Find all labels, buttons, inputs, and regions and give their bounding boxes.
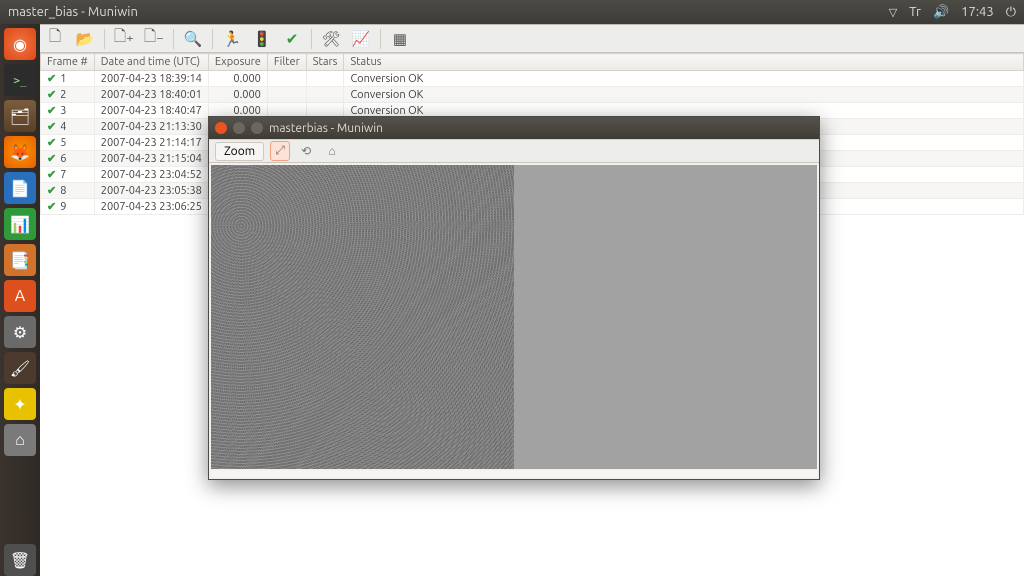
cell-filter [267,71,306,87]
keyboard-indicator[interactable]: Tr [909,5,921,19]
zoom-button[interactable]: 🔍 [182,28,204,50]
power-icon[interactable]: ⏻ [1006,5,1016,20]
run-button[interactable]: 🏃 [221,28,243,50]
cell-stars [306,71,344,87]
separator-icon [173,29,174,49]
impress-icon[interactable]: 📑 [4,244,36,276]
main-toolbar: 🗋 📂 🗋₊ 🗋₋ 🔍 🏃 🚦 ✔ 🛠 📈 ▦ [40,25,1024,53]
sound-icon[interactable]: 🔊 [933,5,949,20]
cell-datetime: 2007-04-23 23:05:38 [94,183,208,199]
separator-icon [311,29,312,49]
writer-icon[interactable]: 📄 [4,172,36,204]
window-maximize-button[interactable] [251,122,263,134]
app-title: master_bias - Muniwin [8,5,138,19]
bias-image-left [211,165,514,469]
add-frames-button[interactable]: 🗋₊ [113,28,135,50]
star-app-icon[interactable]: ✦ [4,388,36,420]
top-panel: master_bias - Muniwin ▽ Tr 🔊 17:43 ⏻ [0,0,1024,24]
table-row[interactable]: ✔22007-04-23 18:40:010.000 Conversion OK [41,87,1024,103]
cell-status: Conversion OK [344,71,1024,87]
col-status[interactable]: Status [344,54,1024,71]
col-datetime[interactable]: Date and time (UTC) [94,54,208,71]
window-close-button[interactable] [215,122,227,134]
float-statusbar [211,471,817,477]
separator-icon [380,29,381,49]
open-button[interactable]: 📂 [74,28,96,50]
cell-filter [267,87,306,103]
cell-frame: ✔4 [41,119,95,135]
cell-datetime: 2007-04-23 18:40:01 [94,87,208,103]
col-frame[interactable]: Frame # [41,54,95,71]
check-icon: ✔ [47,185,60,197]
float-titlebar[interactable]: masterbias - Muniwin [209,117,819,139]
zoom-fit-button[interactable]: ⤢ [270,141,290,161]
calc-icon[interactable]: 📊 [4,208,36,240]
grid-button[interactable]: ▦ [389,28,411,50]
check-icon: ✔ [47,137,60,149]
float-title: masterbias - Muniwin [269,122,383,135]
check-icon: ✔ [47,169,60,181]
cell-datetime: 2007-04-23 18:40:47 [94,103,208,119]
check-icon: ✔ [47,153,60,165]
bias-image-right [514,165,817,469]
terminal-icon[interactable]: >_ [4,64,36,96]
cell-frame: ✔6 [41,151,95,167]
launcher: ◉ >_ 🗂 🦊 📄 📊 📑 A ⚙ 🖌 ✦ ⌂ 🗑 [0,24,40,576]
dash-icon[interactable]: ◉ [4,28,36,60]
zoom-prev-button[interactable]: ⟲ [296,141,316,161]
cell-stars [306,87,344,103]
drive-icon[interactable]: ⌂ [4,424,36,456]
new-project-button[interactable]: 🗋 [44,28,66,50]
tools-button[interactable]: 🛠 [320,28,342,50]
float-toolbar: Zoom ⤢ ⟲ ⌂ [209,139,819,163]
trash-icon[interactable]: 🗑 [4,544,36,576]
wifi-icon[interactable]: ▽ [889,6,897,19]
paint-icon[interactable]: 🖌 [4,352,36,384]
clock[interactable]: 17:43 [961,5,994,19]
window-minimize-button[interactable] [233,122,245,134]
cell-frame: ✔5 [41,135,95,151]
firefox-icon[interactable]: 🦊 [4,136,36,168]
process-button[interactable]: 🚦 [251,28,273,50]
cell-frame: ✔1 [41,71,95,87]
separator-icon [104,29,105,49]
check-icon: ✔ [47,201,60,213]
cell-exposure: 0.000 [208,87,267,103]
col-stars[interactable]: Stars [306,54,344,71]
zoom-label-button[interactable]: Zoom [215,142,264,161]
plot-button[interactable]: 📈 [350,28,372,50]
table-row[interactable]: ✔12007-04-23 18:39:140.000 Conversion OK [41,71,1024,87]
zoom-home-button[interactable]: ⌂ [322,141,342,161]
settings-icon[interactable]: ⚙ [4,316,36,348]
separator-icon [212,29,213,49]
check-icon: ✔ [47,73,60,85]
col-exposure[interactable]: Exposure [208,54,267,71]
col-filter[interactable]: Filter [267,54,306,71]
masterbias-window[interactable]: masterbias - Muniwin Zoom ⤢ ⟲ ⌂ [208,116,820,480]
check-icon: ✔ [47,121,60,133]
cell-datetime: 2007-04-23 21:13:30 [94,119,208,135]
cell-frame: ✔3 [41,103,95,119]
cell-frame: ✔8 [41,183,95,199]
cell-datetime: 2007-04-23 21:14:17 [94,135,208,151]
cell-datetime: 2007-04-23 23:06:25 [94,199,208,215]
software-center-icon[interactable]: A [4,280,36,312]
remove-frames-button[interactable]: 🗋₋ [143,28,165,50]
cell-datetime: 2007-04-23 21:15:04 [94,151,208,167]
cell-datetime: 2007-04-23 23:04:52 [94,167,208,183]
cell-exposure: 0.000 [208,71,267,87]
check-button[interactable]: ✔ [281,28,303,50]
cell-datetime: 2007-04-23 18:39:14 [94,71,208,87]
system-tray: ▽ Tr 🔊 17:43 ⏻ [889,5,1016,20]
files-icon[interactable]: 🗂 [4,100,36,132]
check-icon: ✔ [47,105,60,117]
cell-frame: ✔2 [41,87,95,103]
cell-status: Conversion OK [344,87,1024,103]
cell-frame: ✔9 [41,199,95,215]
cell-frame: ✔7 [41,167,95,183]
image-viewport[interactable] [211,165,817,469]
check-icon: ✔ [47,89,60,101]
